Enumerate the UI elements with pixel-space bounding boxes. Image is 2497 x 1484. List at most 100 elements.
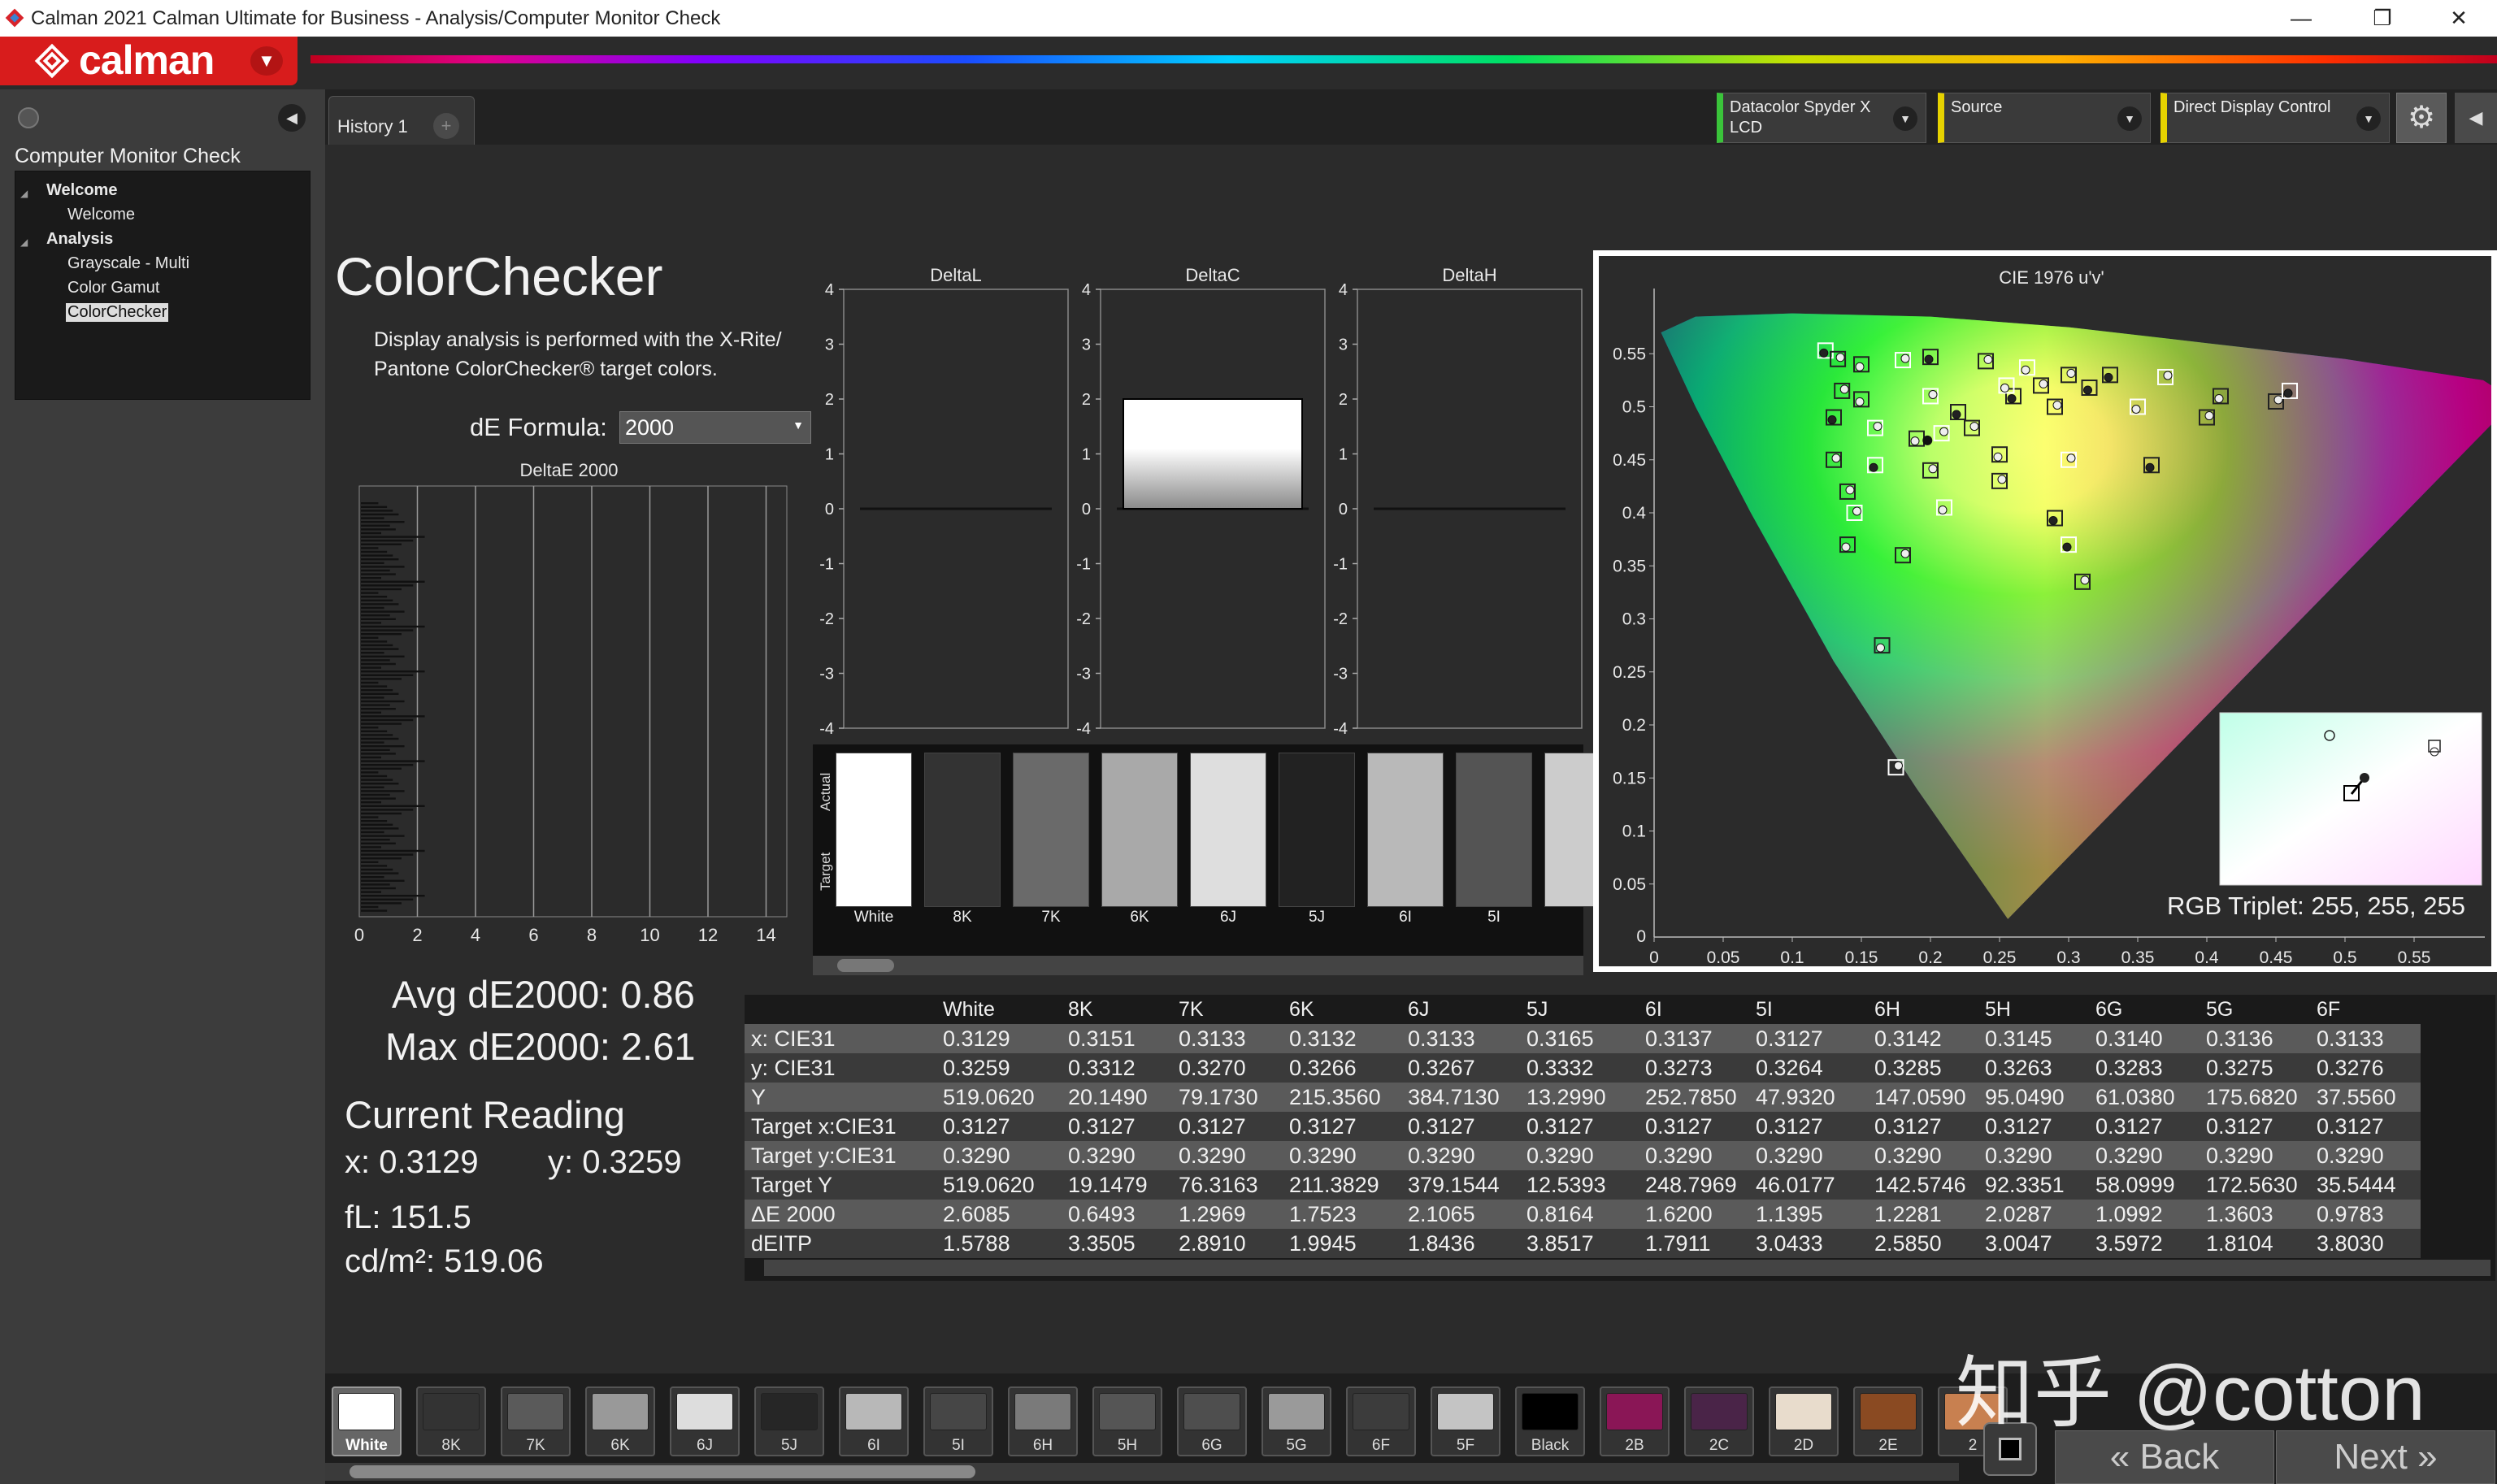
table-cell: 1.5788 xyxy=(936,1229,1062,1258)
open-panel-icon[interactable]: ◀ xyxy=(2455,93,2497,143)
window-title: Calman 2021 Calman Ultimate for Business… xyxy=(31,7,721,29)
collapse-sidebar-icon[interactable]: ◀ xyxy=(278,104,306,132)
delta-bar xyxy=(1123,398,1303,510)
measured-marker xyxy=(2273,395,2283,405)
patch-strip-scrollbar[interactable] xyxy=(813,956,1583,975)
measured-marker xyxy=(1900,354,1910,363)
scrollbar-thumb[interactable] xyxy=(837,959,894,972)
swatch-label: 7K xyxy=(526,1437,545,1454)
sidebar-pin-icon[interactable] xyxy=(18,107,39,128)
patch-swatch-white[interactable]: White xyxy=(332,1386,402,1456)
brand-menu[interactable]: calman ▼ xyxy=(0,37,297,85)
patch-swatch-2b[interactable]: 2B xyxy=(1600,1386,1670,1456)
de-bar xyxy=(361,905,379,909)
patch-swatch-7k[interactable]: 7K xyxy=(501,1386,571,1456)
column-header[interactable]: 6H xyxy=(1868,995,1978,1024)
column-header[interactable]: 6I xyxy=(1639,995,1749,1024)
tree-item-grayscale-multi[interactable]: Grayscale - Multi xyxy=(67,254,189,273)
patch-swatch-6j[interactable]: 6J xyxy=(670,1386,740,1456)
patch-swatch-6g[interactable]: 6G xyxy=(1177,1386,1247,1456)
table-cell: 1.2969 xyxy=(1172,1200,1283,1229)
scrollbar-thumb[interactable] xyxy=(350,1465,975,1478)
patch-swatch-5h[interactable]: 5H xyxy=(1092,1386,1162,1456)
measured-marker xyxy=(2283,388,2293,398)
table-cell: 2.8910 xyxy=(1172,1229,1283,1258)
y-tick-label: 2 xyxy=(1339,391,1348,409)
display-selector[interactable]: Direct Display Control ▼ xyxy=(2160,93,2390,143)
chevron-down-icon[interactable]: ▼ xyxy=(250,46,283,76)
column-header[interactable]: 6F xyxy=(2310,995,2421,1024)
meter-selector[interactable]: Datacolor Spyder X LCD ▼ xyxy=(1717,93,1926,143)
cie-diagram-panel: CIE 1976 u'v' 0 0.05 0.1 0.15 0.2 0.25 0.3 0.35 0… xyxy=(1593,250,2497,972)
column-header[interactable] xyxy=(745,995,936,1024)
patch-swatch-5f[interactable]: 5F xyxy=(1431,1386,1500,1456)
watermark: 知乎 @cotton xyxy=(1956,1350,2425,1437)
patch-swatch-6k[interactable]: 6K xyxy=(585,1386,655,1456)
de-bar xyxy=(361,876,384,879)
tree-item-welcome-group[interactable]: Welcome xyxy=(46,181,117,200)
tree-item-colorchecker[interactable]: ColorChecker xyxy=(66,303,169,322)
patch-swatch-2c[interactable]: 2C xyxy=(1684,1386,1754,1456)
de-bar xyxy=(361,756,381,759)
close-button[interactable]: ✕ xyxy=(2422,0,2495,37)
column-header[interactable]: 7K xyxy=(1172,995,1283,1024)
column-header[interactable]: White xyxy=(936,995,1062,1024)
chevron-down-icon[interactable]: ▼ xyxy=(2356,106,2381,131)
de-bar xyxy=(361,636,379,639)
patch-swatch-2d[interactable]: 2D xyxy=(1769,1386,1839,1456)
table-row: Target y:CIE31 0.3290 0.3290 0.3290 0.3290 0.… xyxy=(745,1141,2421,1170)
tree-item-welcome[interactable]: Welcome xyxy=(67,206,135,224)
table-cell: 215.3560 xyxy=(1283,1083,1401,1112)
chevron-down-icon[interactable]: ▼ xyxy=(2117,106,2142,131)
table-cell: 3.8517 xyxy=(1520,1229,1639,1258)
table-cell: 519.0620 xyxy=(936,1170,1062,1200)
patch-swatch-6f[interactable]: 6F xyxy=(1346,1386,1416,1456)
column-header[interactable]: 5I xyxy=(1749,995,1868,1024)
minimize-button[interactable]: — xyxy=(2265,0,2338,37)
column-header[interactable]: 5H xyxy=(1978,995,2089,1024)
column-header[interactable]: 6K xyxy=(1283,995,1401,1024)
chevron-down-icon[interactable]: ▼ xyxy=(1893,106,1917,131)
restore-button[interactable]: ❐ xyxy=(2346,0,2419,37)
patch-swatch-5i[interactable]: 5I xyxy=(923,1386,993,1456)
tree-expand-icon[interactable]: ◢ xyxy=(20,236,28,248)
swatch-color xyxy=(1691,1393,1748,1430)
workflow-tree: ◢ Welcome Welcome ◢ Analysis Grayscale -… xyxy=(15,171,310,400)
de-bar xyxy=(361,879,405,882)
patch-swatch-5j[interactable]: 5J xyxy=(754,1386,824,1456)
swatch-label: 6J xyxy=(696,1437,714,1454)
source-selector[interactable]: Source ▼ xyxy=(1938,93,2151,143)
tree-item-analysis-group[interactable]: Analysis xyxy=(46,230,113,249)
tab-history-1[interactable]: History 1 + xyxy=(328,96,475,145)
table-cell: 1.1395 xyxy=(1749,1200,1868,1229)
table-cell: 0.3127 xyxy=(2310,1112,2421,1141)
tree-expand-icon[interactable]: ◢ xyxy=(20,188,28,199)
column-header[interactable]: 5J xyxy=(1520,995,1639,1024)
table-cell: 0.3133 xyxy=(1172,1024,1283,1053)
column-header[interactable]: 6J xyxy=(1401,995,1520,1024)
patch-swatch-6i[interactable]: 6I xyxy=(839,1386,909,1456)
patch-swatch-6h[interactable]: 6H xyxy=(1008,1386,1078,1456)
patch-label: 5I xyxy=(1487,909,1500,926)
cie-title: CIE 1976 u'v' xyxy=(1999,267,2104,288)
y-tick-label: 0 xyxy=(1636,927,1646,946)
add-tab-button[interactable]: + xyxy=(433,113,459,139)
de-bar xyxy=(361,842,396,844)
patch-swatch-5g[interactable]: 5G xyxy=(1262,1386,1331,1456)
tree-item-color-gamut[interactable]: Color Gamut xyxy=(67,279,159,297)
de-formula-select[interactable]: 2000 ▼ xyxy=(619,411,811,444)
column-header[interactable]: 5G xyxy=(2200,995,2310,1024)
swatch-scrollbar[interactable] xyxy=(325,1463,1959,1481)
table-cell: 172.5630 xyxy=(2200,1170,2310,1200)
patch-swatch-black[interactable]: Black xyxy=(1515,1386,1585,1456)
de-bar xyxy=(361,835,405,837)
settings-gear-icon[interactable]: ⚙ xyxy=(2396,93,2447,143)
table-cell: 0.3290 xyxy=(1401,1141,1520,1170)
patch-swatch-2e[interactable]: 2E xyxy=(1853,1386,1923,1456)
swatch-label: 6H xyxy=(1032,1437,1053,1454)
column-header[interactable]: 8K xyxy=(1062,995,1172,1024)
table-cell: 92.3351 xyxy=(1978,1170,2089,1200)
table-scrollbar[interactable] xyxy=(764,1260,2490,1276)
column-header[interactable]: 6G xyxy=(2089,995,2200,1024)
patch-swatch-8k[interactable]: 8K xyxy=(416,1386,486,1456)
